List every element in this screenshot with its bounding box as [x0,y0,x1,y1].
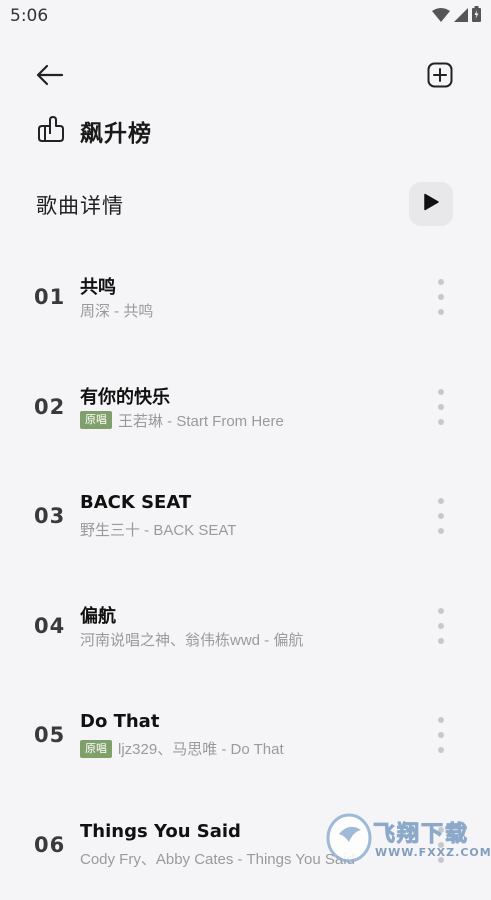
chart-title: 飙升榜 [80,114,152,148]
song-list: 01共鸣周深 - 共鸣02有你的快乐原唱王若琳 - Start From Her… [0,243,491,900]
chart-title-row: 飙升榜 [36,114,152,148]
section-title: 歌曲详情 [36,190,124,220]
song-artist: 王若琳 - Start From Here [118,410,284,431]
song-artist: 河南说唱之神、翁伟栋wwd - 偏航 [80,629,303,650]
song-subtitle: 野生三十 - BACK SEAT [80,519,236,540]
song-artist: ljz329、马思唯 - Do That [118,738,284,759]
more-vertical-icon[interactable] [431,608,451,644]
more-vertical-icon[interactable] [431,498,451,534]
song-rank: 01 [34,285,65,309]
song-title: Do That [80,711,159,732]
wifi-icon [432,7,450,26]
song-rank: 06 [34,833,65,857]
more-dot [438,638,444,644]
song-title: 共鸣 [80,273,116,299]
watermark: 飞翔下载 WWW.FXXZ.COM [325,810,485,868]
hand-icon [36,114,66,148]
song-subtitle: 周深 - 共鸣 [80,300,153,321]
battery-icon [472,6,481,26]
song-title: 有你的快乐 [80,383,170,409]
more-dot [438,717,444,723]
song-rank: 02 [34,395,65,419]
song-rank: 05 [34,723,65,747]
song-row[interactable]: 05 Do That 原唱 ljz329、马思唯 - Do That [0,681,491,791]
more-dot [438,279,444,285]
song-rank: 04 [34,614,65,638]
more-vertical-icon[interactable] [431,389,451,425]
add-square-icon [427,62,453,92]
song-subtitle: 河南说唱之神、翁伟栋wwd - 偏航 [80,629,303,650]
more-dot [438,404,444,410]
song-title: BACK SEAT [80,492,191,513]
song-title: 偏航 [80,602,116,628]
song-artist: Cody Fry、Abby Cates - Things You Said [80,848,355,869]
watermark-text: 飞翔下载 [373,816,469,848]
back-button[interactable] [30,57,70,97]
arrow-left-icon [36,64,64,90]
song-row[interactable]: 02有你的快乐原唱王若琳 - Start From Here [0,353,491,463]
watermark-url: WWW.FXXZ.COM [375,846,491,859]
song-artist: 周深 - 共鸣 [80,300,153,321]
song-subtitle: Cody Fry、Abby Cates - Things You Said [80,848,355,869]
more-dot [438,608,444,614]
more-dot [438,513,444,519]
more-dot [438,623,444,629]
more-dot [438,528,444,534]
more-dot [438,309,444,315]
status-bar: 5:06 [0,0,491,34]
original-badge: 原唱 [80,411,112,429]
add-button[interactable] [420,57,460,97]
signal-icon [454,7,468,26]
more-dot [438,747,444,753]
play-icon [423,193,439,215]
more-dot [438,294,444,300]
more-dot [438,419,444,425]
song-subtitle: 原唱 ljz329、马思唯 - Do That [80,738,284,759]
song-row[interactable]: 01 共鸣周深 - 共鸣 [0,243,491,353]
song-row[interactable]: 04 偏航河南说唱之神、翁伟栋wwd - 偏航 [0,572,491,682]
more-dot [438,498,444,504]
song-rank: 03 [34,504,65,528]
song-title: Things You Said [80,821,241,842]
more-dot [438,732,444,738]
more-vertical-icon[interactable] [431,717,451,753]
song-subtitle: 原唱王若琳 - Start From Here [80,410,284,431]
original-badge: 原唱 [80,740,112,758]
status-icons [432,6,481,26]
song-artist: 野生三十 - BACK SEAT [80,519,236,540]
play-all-button[interactable] [409,182,453,226]
section-header: 歌曲详情 [36,182,453,228]
status-time: 5:06 [10,6,48,26]
more-dot [438,389,444,395]
song-row[interactable]: 03 BACK SEAT 野生三十 - BACK SEAT [0,462,491,572]
more-vertical-icon[interactable] [431,279,451,315]
